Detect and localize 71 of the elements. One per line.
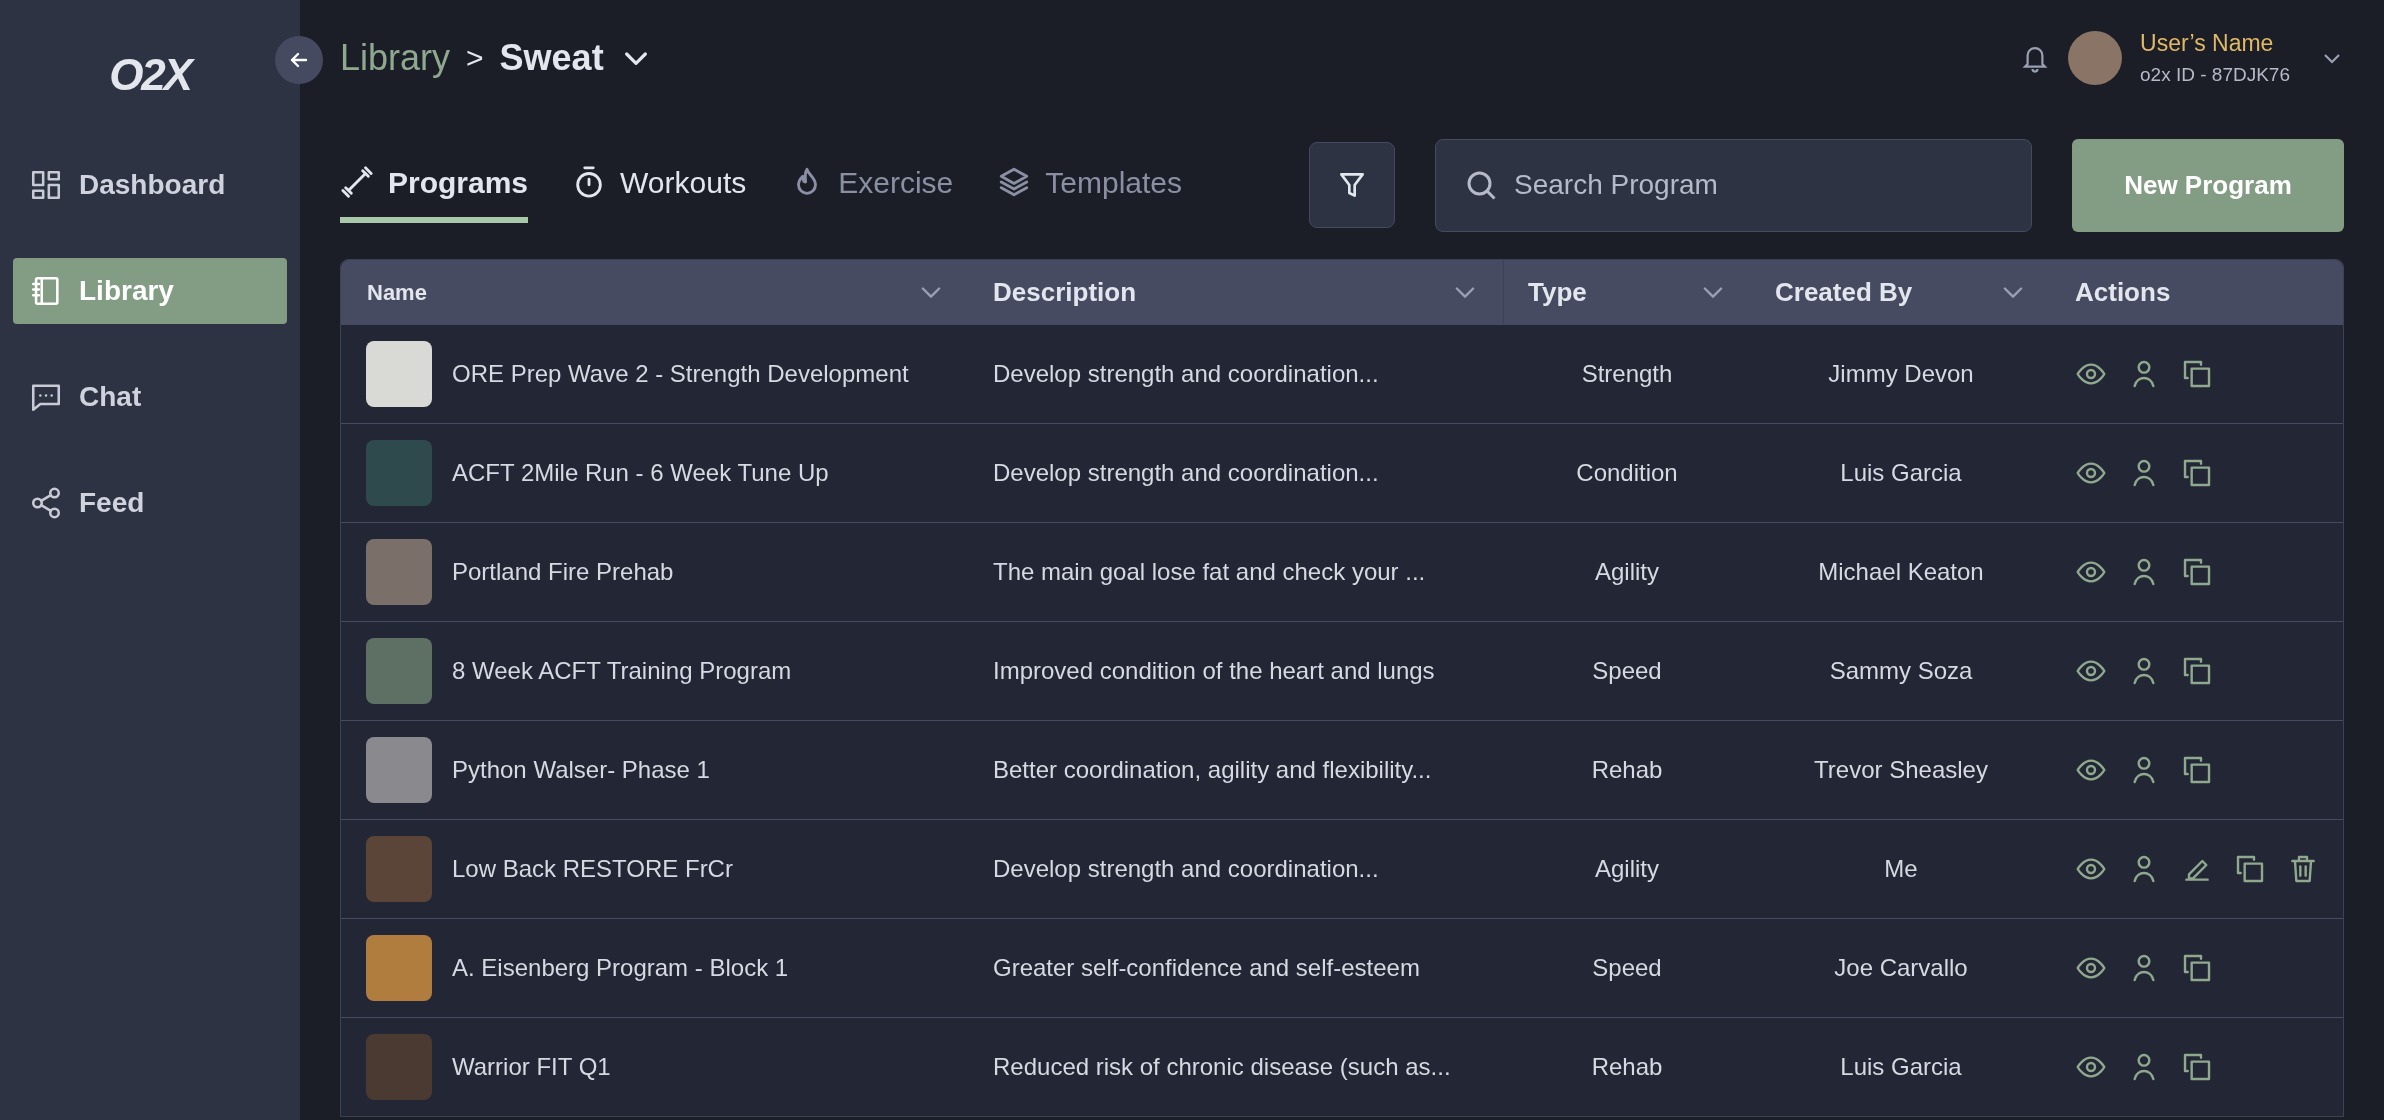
copy-icon[interactable] [2181,358,2213,390]
author-text: Jimmy Devon [1828,359,1974,389]
column-header: Actions [2075,275,2171,309]
column-header: Name [366,278,427,307]
program-name: Python Walser- Phase 1 [452,755,710,785]
dashboard-icon [29,168,63,202]
share-icon [29,486,63,520]
photo-placeholder [366,341,432,407]
photo-placeholder [366,935,432,1001]
photo-placeholder [366,737,432,803]
type-text: Strength [1581,359,1673,389]
author-text: Joe Carvallo [1834,953,1968,983]
photo-placeholder [366,440,432,506]
breadcrumb-separator: > [466,40,484,76]
copy-icon[interactable] [2181,754,2213,786]
copy-icon[interactable] [2181,952,2213,984]
program-name: A. Eisenberg Program - Block 1 [452,953,789,983]
photo-placeholder [366,836,432,902]
author-text: Me [1884,854,1918,884]
description-text: Reduced risk of chronic disease (such as... [993,1053,1451,1080]
breadcrumb-link[interactable]: Sweat [499,30,604,85]
photo-placeholder [366,1034,432,1100]
sidebar-item[interactable]: Chat [13,364,287,430]
photo-placeholder [366,638,432,704]
description-text: Better coordination, agility and flexibility... [993,756,1432,783]
type-text: Rehab [1591,755,1663,785]
user-id: o2x ID - 87DJK76 [2140,62,2290,87]
program-name: 8 Week ACFT Training Program [452,656,792,686]
program-name: Warrior FIT Q1 [452,1052,611,1082]
column-header: Type [1528,275,1587,309]
back-button[interactable] [275,36,323,84]
author-text: Sammy Soza [1829,656,1973,686]
copy-icon[interactable] [2234,853,2266,885]
search-field[interactable]: Search Program [1435,138,2032,232]
type-text: Rehab [1591,1052,1663,1082]
type-text: Agility [1595,854,1659,884]
photo-placeholder [366,539,432,605]
copy-icon[interactable] [2181,457,2213,489]
description-text: The main goal lose fat and check your ... [993,558,1426,585]
tab[interactable]: Programs [340,147,529,223]
tab[interactable]: Workouts [572,147,747,223]
copy-icon[interactable] [2181,556,2213,588]
program-name: ACFT 2Mile Run - 6 Week Tune Up [452,458,829,488]
tab: Exercise [790,147,954,223]
column-header: Description [993,275,1137,309]
program-name: Portland Fire Prehab [452,557,674,587]
description-text: Improved condition of the heart and lungs [993,657,1435,684]
sidebar-item[interactable]: Dashboard [13,152,287,218]
dumbbell-icon [340,165,374,199]
description-text: Greater self-confidence and self-esteem [993,954,1420,981]
type-text: Speed [1592,656,1662,686]
copy-icon[interactable] [2181,1051,2213,1083]
type-text: Speed [1592,953,1662,983]
breadcrumb-link[interactable]: Library [340,30,451,85]
author-text: Luis Garcia [1840,458,1962,488]
description-text: Develop strength and coordination... [993,459,1379,486]
type-text: Condition [1576,458,1678,488]
filter-button[interactable] [1309,142,1395,228]
user-name: User’s Name [2140,29,2275,58]
author-text: Trevor Sheasley [1814,755,1988,785]
program-name: Low Back RESTORE FrCr [452,854,733,884]
author-text: Michael Keaton [1818,557,1984,587]
author-text: Luis Garcia [1840,1052,1962,1082]
tab: Templates [997,147,1182,223]
column-header: Created By [1775,275,1913,309]
program-name: ORE Prep Wave 2 - Strength Development [452,359,909,389]
description-text: Develop strength and coordination... [993,360,1379,387]
copy-icon[interactable] [2181,655,2213,687]
type-text: Agility [1595,557,1659,587]
sidebar-item[interactable]: Feed [13,470,287,536]
description-text: Develop strength and coordination... [993,855,1379,882]
